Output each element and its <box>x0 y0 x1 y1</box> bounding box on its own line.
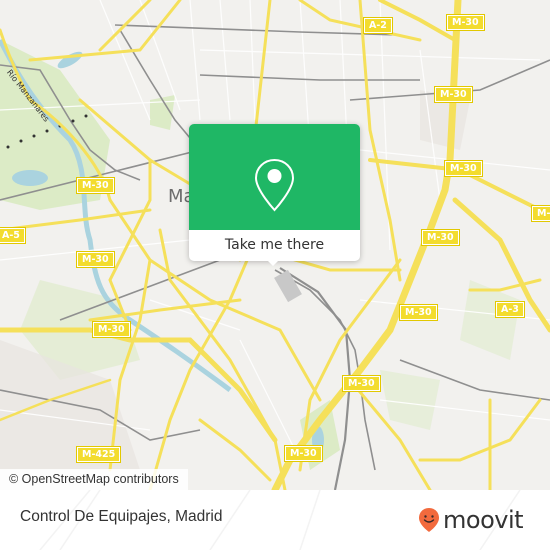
road-label-a5: A-5 <box>0 227 26 244</box>
moovit-logo[interactable]: moovit <box>418 505 524 535</box>
road-label-m30: M-30 <box>76 251 115 268</box>
place-name: Control De Equipajes, Madrid <box>20 508 223 525</box>
popup-pointer <box>265 258 281 266</box>
road-label-m30: M-30 <box>284 445 323 462</box>
map-attribution[interactable]: © OpenStreetMap contributors <box>0 469 188 490</box>
road-label-m30: M-30 <box>92 321 131 338</box>
road-label-m30: M-30 <box>444 160 483 177</box>
road-label-m425: M-425 <box>75 446 122 463</box>
road-label-m30: M-30 <box>446 14 485 31</box>
popup-header <box>189 124 360 230</box>
road-label-edge: M- <box>530 205 550 222</box>
location-popup: Take me there <box>189 124 360 266</box>
road-label-a2: A-2 <box>363 17 393 34</box>
road-label-a3: A-3 <box>495 301 525 318</box>
road-label-m30: M-30 <box>76 177 115 194</box>
road-label-m30: M-30 <box>399 304 438 321</box>
take-me-there-button[interactable]: Take me there <box>189 230 360 261</box>
road-label-m30: M-30 <box>434 86 473 103</box>
moovit-wordmark: moovit <box>443 506 524 534</box>
map-pin-icon <box>254 158 295 212</box>
road-label-m30: M-30 <box>421 229 460 246</box>
moovit-smile-pin-icon <box>419 508 439 532</box>
road-label-m30: M-30 <box>342 375 381 392</box>
